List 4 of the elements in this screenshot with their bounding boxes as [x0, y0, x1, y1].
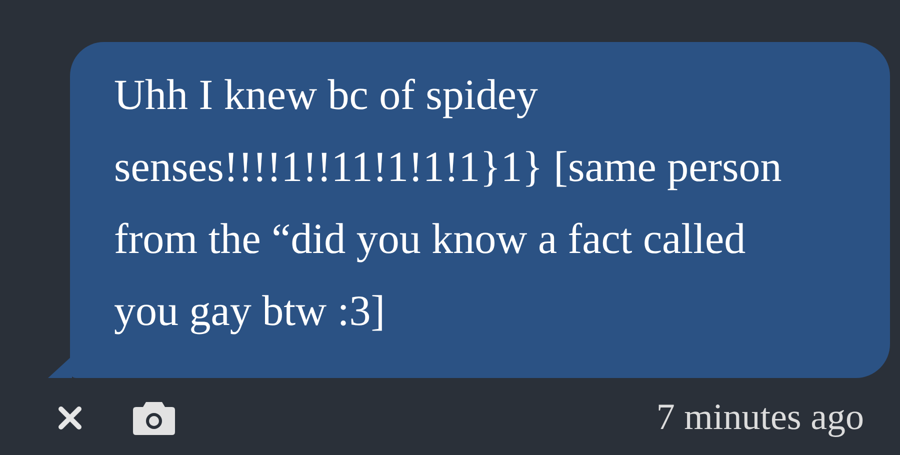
- message-text: Uhh I knew bc of spidey senses!!!!1!!11!1!1!1}1} [same person from the “did you know a fact called you gay btw :3]: [114, 71, 783, 337]
- camera-icon[interactable]: [132, 400, 176, 436]
- timestamp: 7 minutes ago: [656, 396, 864, 440]
- close-icon[interactable]: [56, 404, 84, 432]
